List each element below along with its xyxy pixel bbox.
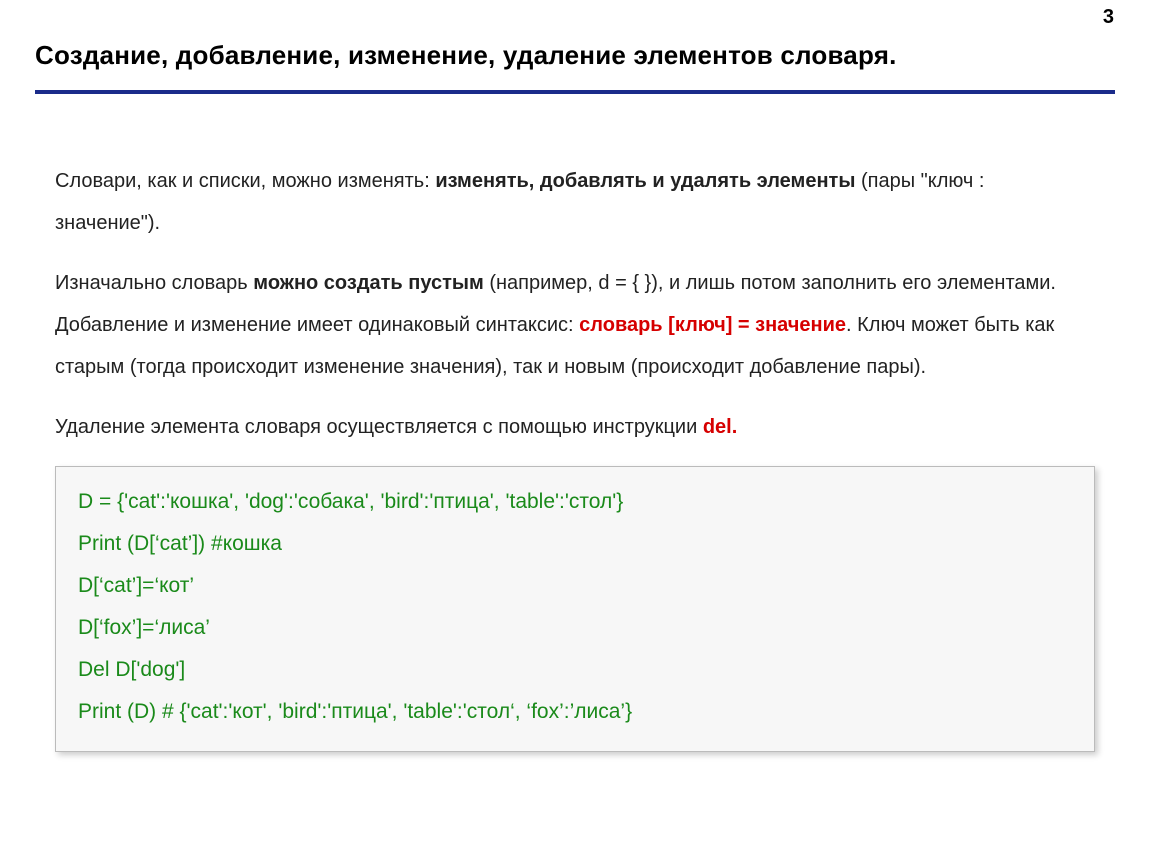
paragraph-2: Изначально словарь можно создать пустым …: [55, 262, 1095, 388]
code-line-4: D[‘fox’]=‘лиса’: [78, 607, 1072, 649]
p3-text-1: Удаление элемента словаря осуществляется…: [55, 416, 703, 438]
code-line-3: D[‘cat’]=‘кот’: [78, 565, 1072, 607]
paragraph-3: Удаление элемента словаря осуществляется…: [55, 406, 1095, 448]
page-number: 3: [1103, 6, 1114, 29]
paragraph-1: Словари, как и списки, можно изменять: и…: [55, 160, 1095, 244]
code-block: D = {'cat':'кошка', 'dog':'собака', 'bir…: [55, 466, 1095, 752]
code-line-6: Print (D) # {'cat':'кот', 'bird':'птица'…: [78, 691, 1072, 733]
p3-red-1: del.: [703, 416, 737, 438]
p1-text-1: Словари, как и списки, можно изменять:: [55, 170, 435, 192]
p2-text-1: Изначально словарь: [55, 272, 253, 294]
code-line-1: D = {'cat':'кошка', 'dog':'собака', 'bir…: [78, 481, 1072, 523]
slide-body: Словари, как и списки, можно изменять: и…: [55, 160, 1095, 752]
code-line-5: Del D['dog']: [78, 649, 1072, 691]
p2-red-1: словарь [ключ] = значение: [579, 314, 846, 336]
slide-title: Создание, добавление, изменение, удалени…: [35, 40, 1115, 71]
title-underline: [35, 90, 1115, 94]
code-line-2: Print (D[‘cat’]) #кошка: [78, 523, 1072, 565]
p2-bold-1: можно создать пустым: [253, 272, 484, 294]
slide: 3 Создание, добавление, изменение, удале…: [0, 0, 1150, 864]
p1-bold-1: изменять, добавлять и удалять элементы: [435, 170, 855, 192]
